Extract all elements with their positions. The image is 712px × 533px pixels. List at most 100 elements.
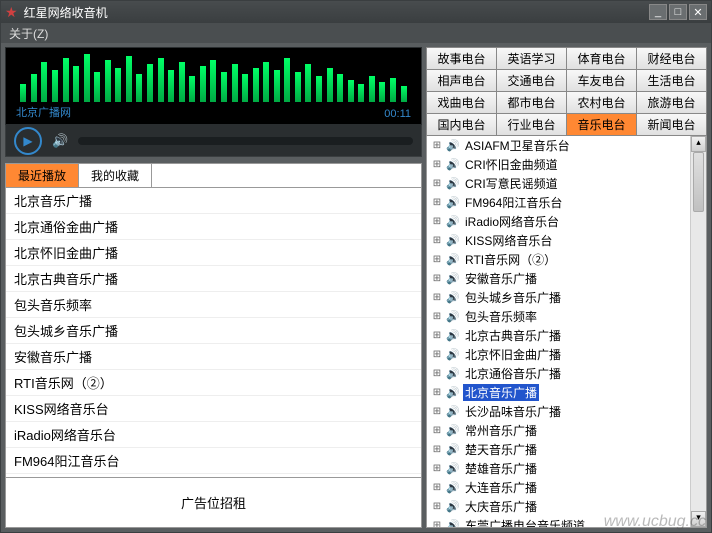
category-button[interactable]: 戏曲电台 bbox=[427, 92, 496, 113]
expand-icon[interactable]: ⊞ bbox=[431, 520, 443, 528]
tree-item[interactable]: ⊞🔊FM964阳江音乐台 bbox=[427, 193, 690, 212]
tree-item[interactable]: ⊞🔊楚天音乐广播 bbox=[427, 440, 690, 459]
list-item[interactable]: 北京古典音乐广播 bbox=[6, 266, 421, 292]
tab-recent[interactable]: 最近播放 bbox=[6, 164, 79, 187]
expand-icon[interactable]: ⊞ bbox=[431, 330, 443, 341]
expand-icon[interactable]: ⊞ bbox=[431, 482, 443, 493]
tree-item[interactable]: ⊞🔊安徽音乐广播 bbox=[427, 269, 690, 288]
category-button[interactable]: 故事电台 bbox=[427, 48, 496, 69]
tree-item[interactable]: ⊞🔊CRI怀旧金曲频道 bbox=[427, 155, 690, 174]
tree-item[interactable]: ⊞🔊楚雄音乐广播 bbox=[427, 459, 690, 478]
category-button[interactable]: 国内电台 bbox=[427, 114, 496, 135]
menu-about[interactable]: 关于(Z) bbox=[9, 25, 48, 42]
title-bar: ★ 红星网络收音机 _ □ ✕ bbox=[1, 1, 711, 23]
tree-label: 大连音乐广播 bbox=[463, 479, 539, 496]
expand-icon[interactable]: ⊞ bbox=[431, 368, 443, 379]
list-item[interactable]: 安徽音乐广播 bbox=[6, 344, 421, 370]
speaker-icon: 🔊 bbox=[446, 177, 460, 190]
scroll-down-button[interactable]: ▾ bbox=[691, 511, 706, 527]
window-title: 红星网络收音机 bbox=[24, 4, 108, 21]
list-item[interactable]: RTI音乐网（②） bbox=[6, 370, 421, 396]
vis-bar bbox=[390, 78, 396, 102]
tree-item[interactable]: ⊞🔊CRI写意民谣频道 bbox=[427, 174, 690, 193]
list-item[interactable]: iRadio网络音乐台 bbox=[6, 422, 421, 448]
expand-icon[interactable]: ⊞ bbox=[431, 235, 443, 246]
tree-label: RTI音乐网（②） bbox=[463, 251, 558, 268]
expand-icon[interactable]: ⊞ bbox=[431, 254, 443, 265]
expand-icon[interactable]: ⊞ bbox=[431, 273, 443, 284]
tree-label: CRI怀旧金曲频道 bbox=[463, 156, 560, 173]
maximize-button[interactable]: □ bbox=[669, 4, 687, 20]
category-button[interactable]: 旅游电台 bbox=[637, 92, 706, 113]
category-button[interactable]: 车友电台 bbox=[567, 70, 636, 91]
vis-bar bbox=[242, 74, 248, 102]
expand-icon[interactable]: ⊞ bbox=[431, 292, 443, 303]
tab-favorites[interactable]: 我的收藏 bbox=[79, 164, 152, 187]
tree-item[interactable]: ⊞🔊长沙品味音乐广播 bbox=[427, 402, 690, 421]
tree-item[interactable]: ⊞🔊北京古典音乐广播 bbox=[427, 326, 690, 345]
expand-icon[interactable]: ⊞ bbox=[431, 425, 443, 436]
station-tree[interactable]: ⊞🔊ASIAFM卫星音乐台⊞🔊CRI怀旧金曲频道⊞🔊CRI写意民谣频道⊞🔊FM9… bbox=[426, 136, 707, 528]
expand-icon[interactable]: ⊞ bbox=[431, 501, 443, 512]
expand-icon[interactable]: ⊞ bbox=[431, 159, 443, 170]
list-item[interactable]: 包头音乐频率 bbox=[6, 292, 421, 318]
tree-label: 东莞广播电台音乐频道 bbox=[463, 517, 587, 528]
category-button[interactable]: 英语学习 bbox=[497, 48, 566, 69]
list-item[interactable]: 包头城乡音乐广播 bbox=[6, 318, 421, 344]
tree-item[interactable]: ⊞🔊常州音乐广播 bbox=[427, 421, 690, 440]
vis-bar bbox=[158, 58, 164, 102]
category-button[interactable]: 行业电台 bbox=[497, 114, 566, 135]
expand-icon[interactable]: ⊞ bbox=[431, 140, 443, 151]
list-item[interactable]: 北京音乐广播 bbox=[6, 188, 421, 214]
expand-icon[interactable]: ⊞ bbox=[431, 197, 443, 208]
category-button[interactable]: 新闻电台 bbox=[637, 114, 706, 135]
category-button[interactable]: 交通电台 bbox=[497, 70, 566, 91]
play-button[interactable]: ▶ bbox=[14, 127, 42, 155]
vis-bar bbox=[337, 74, 343, 102]
tree-item[interactable]: ⊞🔊KISS网络音乐台 bbox=[427, 231, 690, 250]
scrollbar[interactable]: ▴ ▾ bbox=[690, 136, 706, 527]
tree-item[interactable]: ⊞🔊ASIAFM卫星音乐台 bbox=[427, 136, 690, 155]
tree-item[interactable]: ⊞🔊包头城乡音乐广播 bbox=[427, 288, 690, 307]
minimize-button[interactable]: _ bbox=[649, 4, 667, 20]
tree-item[interactable]: ⊞🔊北京怀旧金曲广播 bbox=[427, 345, 690, 364]
tree-item[interactable]: ⊞🔊北京通俗音乐广播 bbox=[427, 364, 690, 383]
scroll-thumb[interactable] bbox=[693, 152, 704, 212]
category-button[interactable]: 农村电台 bbox=[567, 92, 636, 113]
category-button[interactable]: 都市电台 bbox=[497, 92, 566, 113]
expand-icon[interactable]: ⊞ bbox=[431, 387, 443, 398]
list-item[interactable]: 北京怀旧金曲广播 bbox=[6, 240, 421, 266]
expand-icon[interactable]: ⊞ bbox=[431, 178, 443, 189]
category-button[interactable]: 财经电台 bbox=[637, 48, 706, 69]
category-button[interactable]: 生活电台 bbox=[637, 70, 706, 91]
tree-item[interactable]: ⊞🔊北京音乐广播 bbox=[427, 383, 690, 402]
category-button[interactable]: 体育电台 bbox=[567, 48, 636, 69]
list-item[interactable]: KISS网络音乐台 bbox=[6, 396, 421, 422]
progress-bar[interactable] bbox=[78, 137, 413, 145]
tree-label: 北京音乐广播 bbox=[463, 384, 539, 401]
tree-item[interactable]: ⊞🔊RTI音乐网（②） bbox=[427, 250, 690, 269]
tree-item[interactable]: ⊞🔊iRadio网络音乐台 bbox=[427, 212, 690, 231]
category-button[interactable]: 相声电台 bbox=[427, 70, 496, 91]
scroll-up-button[interactable]: ▴ bbox=[691, 136, 706, 152]
vis-bar bbox=[179, 62, 185, 102]
expand-icon[interactable]: ⊞ bbox=[431, 311, 443, 322]
tree-item[interactable]: ⊞🔊包头音乐频率 bbox=[427, 307, 690, 326]
close-button[interactable]: ✕ bbox=[689, 4, 707, 20]
category-button[interactable]: 音乐电台 bbox=[567, 114, 636, 135]
tree-item[interactable]: ⊞🔊东莞广播电台音乐频道 bbox=[427, 516, 690, 528]
expand-icon[interactable]: ⊞ bbox=[431, 444, 443, 455]
expand-icon[interactable]: ⊞ bbox=[431, 216, 443, 227]
recent-list[interactable]: 北京音乐广播北京通俗金曲广播北京怀旧金曲广播北京古典音乐广播包头音乐频率包头城乡… bbox=[5, 187, 422, 478]
vis-bar bbox=[136, 74, 142, 102]
vis-bar bbox=[284, 58, 290, 102]
tree-item[interactable]: ⊞🔊大连音乐广播 bbox=[427, 478, 690, 497]
expand-icon[interactable]: ⊞ bbox=[431, 406, 443, 417]
tree-item[interactable]: ⊞🔊大庆音乐广播 bbox=[427, 497, 690, 516]
category-grid: 故事电台英语学习体育电台财经电台相声电台交通电台车友电台生活电台戏曲电台都市电台… bbox=[426, 47, 707, 136]
expand-icon[interactable]: ⊞ bbox=[431, 463, 443, 474]
list-item[interactable]: 北京通俗金曲广播 bbox=[6, 214, 421, 240]
expand-icon[interactable]: ⊞ bbox=[431, 349, 443, 360]
list-item[interactable]: FM964阳江音乐台 bbox=[6, 448, 421, 474]
volume-icon[interactable]: 🔊 bbox=[52, 133, 68, 149]
